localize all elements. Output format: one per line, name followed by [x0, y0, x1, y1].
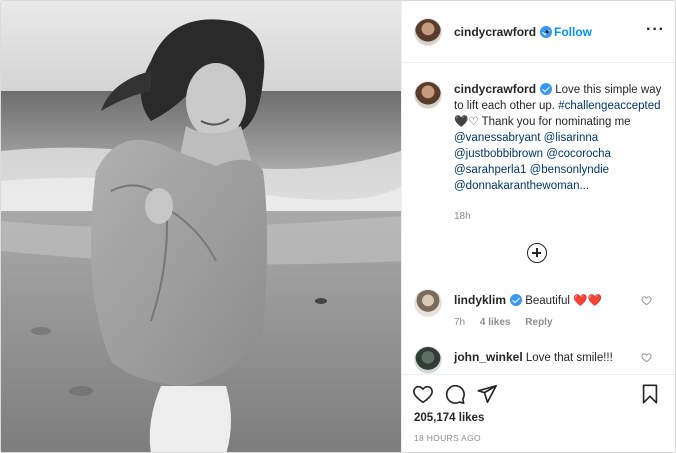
comment-time[interactable]: 7h	[454, 317, 465, 328]
author-username[interactable]: cindycrawford	[454, 25, 553, 39]
comment-body: Beautiful	[525, 295, 570, 307]
commenter-username[interactable]: john_winkel	[454, 350, 523, 364]
post-side-panel: cindycrawford • Follow ··· cindycrawford…	[401, 1, 675, 452]
caption-mentions[interactable]: @vanessabryant @lisarinna @justbobbibrow…	[454, 132, 611, 192]
comment-like-heart-icon[interactable]	[641, 352, 652, 363]
author-username-text[interactable]: cindycrawford	[454, 25, 536, 39]
comment-body: Love that smile!!!	[525, 352, 613, 364]
more-icon[interactable]: ···	[646, 21, 665, 39]
commenter-username[interactable]: lindyklim	[454, 293, 506, 307]
caption-username-text[interactable]: cindycrawford	[454, 82, 536, 96]
beach-portrait-image	[1, 1, 401, 452]
follow-button[interactable]: Follow	[554, 25, 592, 39]
post-photo[interactable]	[1, 1, 401, 452]
comment-likes[interactable]: 4 likes	[480, 317, 511, 328]
caption-body-2: Thank you for nominating me	[481, 116, 631, 128]
instagram-post-modal: cindycrawford • Follow ··· cindycrawford…	[0, 0, 676, 453]
caption-username[interactable]: cindycrawford	[454, 82, 553, 96]
author-avatar[interactable]	[414, 18, 442, 46]
verified-badge-icon	[540, 83, 553, 95]
plus-circle-icon[interactable]	[527, 243, 547, 263]
caption-text: cindycrawford Love this simple way to li…	[454, 81, 669, 194]
comment-text: lindyklim Beautiful ❤️❤️	[454, 293, 602, 307]
post-timestamp[interactable]: 18 HOURS AGO	[414, 433, 481, 443]
comment-emoji: ❤️❤️	[573, 295, 602, 307]
post-actions: 205,174 likes 18 HOURS AGO	[402, 374, 675, 452]
caption-hashtag[interactable]: #challengeaccepted	[558, 100, 660, 112]
post-header: cindycrawford • Follow ···	[402, 1, 675, 63]
commenter-avatar[interactable]	[414, 346, 442, 374]
comment-text: john_winkel Love that smile!!!	[454, 350, 613, 364]
comment-meta: 7h 4 likes Reply	[454, 317, 565, 328]
comment-like-heart-icon[interactable]	[641, 295, 652, 306]
heart-icon[interactable]	[412, 383, 434, 405]
verified-badge-icon	[510, 294, 523, 306]
caption-hearts: 🖤♡	[454, 116, 479, 128]
caption-time[interactable]: 18h	[454, 211, 471, 222]
likes-count[interactable]: 205,174 likes	[414, 412, 484, 424]
share-icon[interactable]	[476, 383, 498, 405]
reply-button[interactable]: Reply	[525, 317, 552, 328]
bookmark-icon[interactable]	[639, 383, 661, 405]
comment-icon[interactable]	[444, 383, 466, 405]
header-separator: •	[545, 25, 550, 39]
caption-author-avatar[interactable]	[414, 81, 442, 109]
commenter-avatar[interactable]	[414, 289, 442, 317]
